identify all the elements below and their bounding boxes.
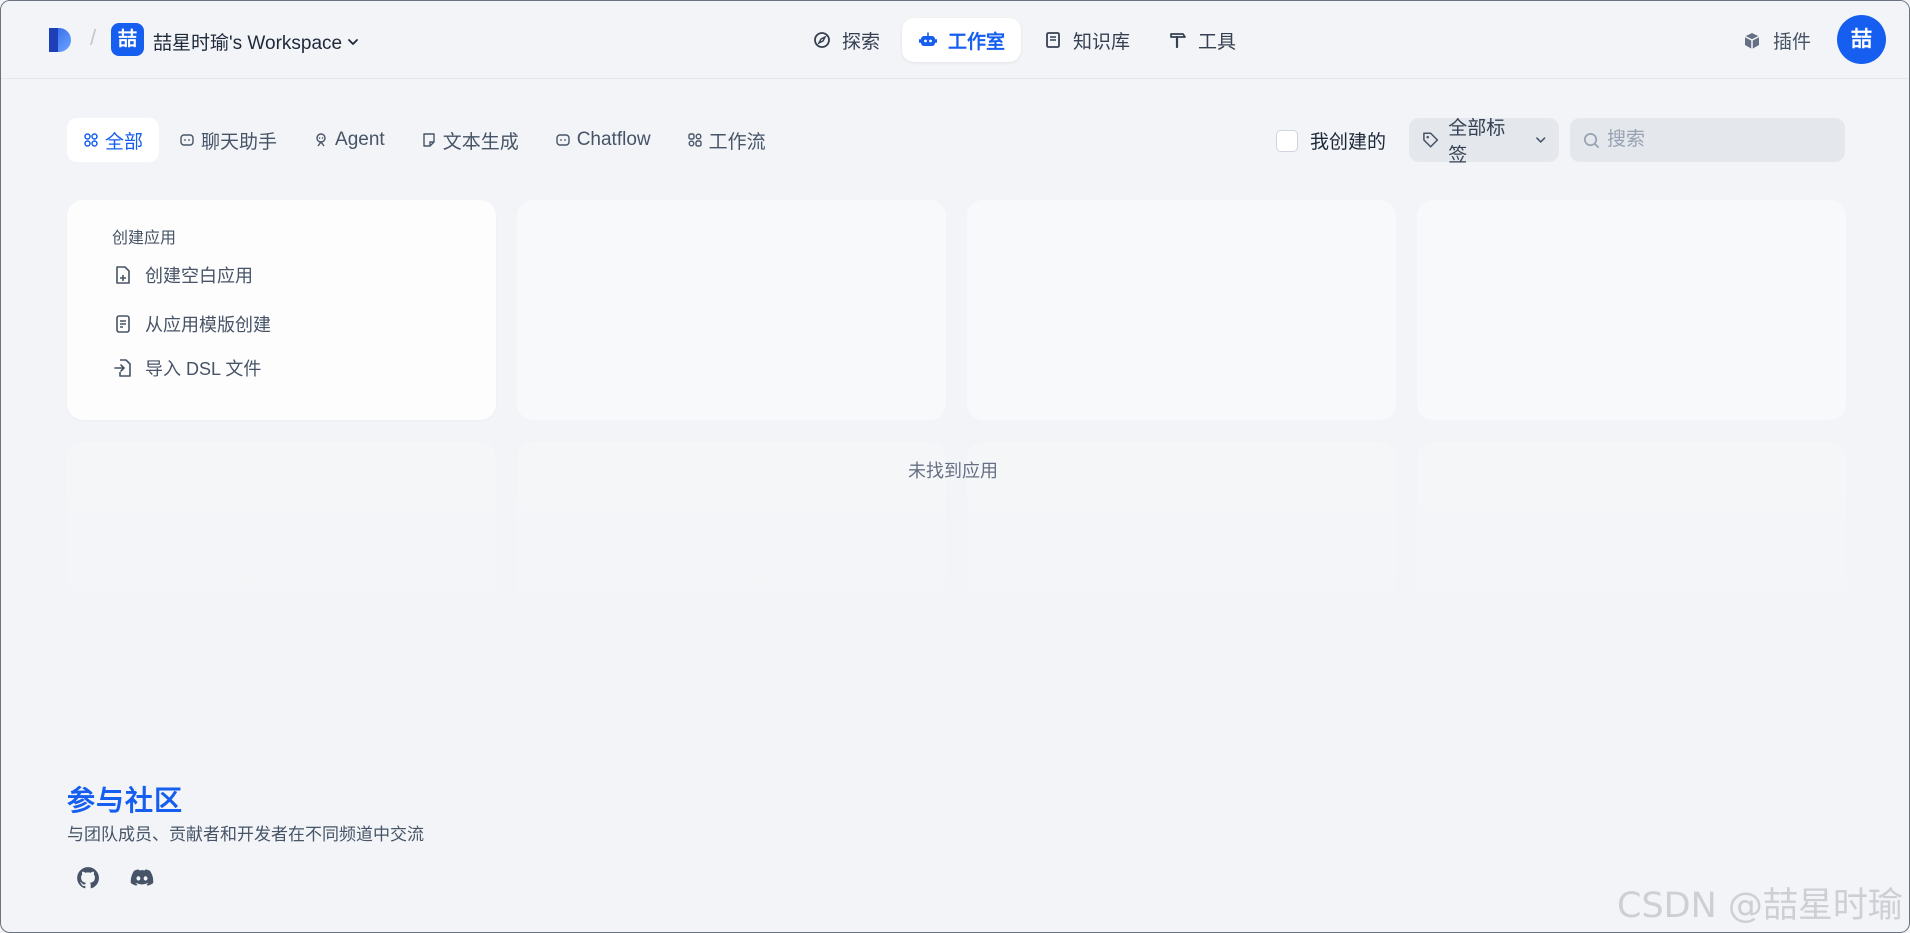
- nav-explore[interactable]: 探索: [796, 18, 896, 62]
- tab-all-label: 全部: [105, 131, 144, 153]
- nav-knowledge-label: 知识库: [1073, 31, 1131, 53]
- tab-chatbot-label: 聊天助手: [201, 131, 278, 153]
- tab-agent[interactable]: Agent: [297, 118, 401, 162]
- app-type-tabs: 全部 聊天助手 Agent 文本生成 Chatflow 工作流: [67, 118, 782, 162]
- plugins-button[interactable]: 插件: [1741, 27, 1811, 54]
- robot-icon: [919, 32, 938, 46]
- template-icon: [116, 315, 130, 333]
- tab-workflow[interactable]: 工作流: [671, 118, 782, 162]
- file-plus-icon: [116, 266, 130, 284]
- discord-link[interactable]: [129, 865, 159, 895]
- nav-explore-label: 探索: [842, 31, 881, 53]
- tag-filter-dropdown[interactable]: 全部标签: [1409, 118, 1559, 166]
- tab-text-generation-label: 文本生成: [442, 131, 519, 153]
- tab-text-generation[interactable]: 文本生成: [405, 118, 535, 162]
- book-icon: [1046, 32, 1060, 48]
- app-card-placeholder: [967, 442, 1396, 662]
- tab-chatbot[interactable]: 聊天助手: [163, 118, 293, 162]
- watermark-text: CSDN @喆星时瑜: [1617, 886, 1903, 926]
- compass-icon: [814, 32, 830, 48]
- workflow-icon: [687, 133, 702, 147]
- tab-chatflow[interactable]: Chatflow: [539, 118, 667, 162]
- empty-state-message: 未找到应用: [908, 461, 998, 481]
- created-by-me-checkbox[interactable]: [1276, 129, 1298, 152]
- nav-tools[interactable]: 工具: [1152, 18, 1252, 62]
- search-box[interactable]: [1570, 118, 1845, 162]
- tab-chatflow-label: Chatflow: [576, 129, 651, 150]
- tab-agent-label: Agent: [335, 129, 385, 150]
- agent-icon: [316, 133, 326, 147]
- dify-logo-icon[interactable]: [47, 24, 75, 56]
- workspace-avatar[interactable]: 喆: [111, 23, 144, 56]
- create-app-card: 创建应用 创建空白应用 从应用模版创建 导入 DSL 文件: [67, 200, 496, 420]
- community-subtitle: 与团队成员、贡献者和开发者在不同频道中交流: [67, 825, 424, 844]
- grid-icon: [84, 133, 98, 147]
- tag-filter-label: 全部标签: [1448, 118, 1506, 166]
- chat-bubble-icon: [180, 134, 194, 146]
- tag-icon: [1423, 132, 1439, 148]
- app-window: / 喆 喆星时瑜's Workspace 探索 工作室 知识库 工具 插件 喆 …: [0, 0, 1910, 933]
- nav-studio[interactable]: 工作室: [902, 18, 1022, 62]
- app-card-placeholder: [517, 442, 946, 662]
- create-blank-app-button[interactable]: 创建空白应用: [112, 262, 253, 288]
- chevron-down-icon: [1535, 137, 1545, 144]
- discord-icon: [130, 869, 154, 886]
- main-nav: 探索 工作室 知识库 工具: [796, 18, 1252, 62]
- import-file-icon: [114, 359, 131, 377]
- app-card-placeholder: [517, 200, 946, 420]
- created-by-me-filter[interactable]: 我创建的: [1276, 127, 1386, 154]
- search-icon: [1583, 132, 1600, 148]
- create-blank-app-label: 创建空白应用: [145, 266, 253, 286]
- nav-tools-label: 工具: [1198, 31, 1237, 53]
- top-header: / 喆 喆星时瑜's Workspace 探索 工作室 知识库 工具 插件 喆: [1, 1, 1909, 79]
- cube-icon: [1744, 32, 1760, 49]
- breadcrumb-separator: /: [90, 25, 97, 50]
- app-card-placeholder: [967, 200, 1396, 420]
- note-icon: [422, 133, 435, 147]
- create-app-title: 创建应用: [112, 230, 177, 247]
- workspace-name: 喆星时瑜's Workspace: [153, 33, 343, 54]
- user-avatar[interactable]: 喆: [1837, 15, 1886, 64]
- hammer-icon: [1170, 33, 1186, 49]
- import-dsl-button[interactable]: 导入 DSL 文件: [112, 355, 261, 381]
- tab-workflow-label: 工作流: [708, 131, 766, 153]
- nav-studio-label: 工作室: [948, 31, 1006, 53]
- chevron-down-icon: [348, 38, 358, 45]
- search-input[interactable]: [1607, 129, 1827, 151]
- create-from-template-button[interactable]: 从应用模版创建: [112, 311, 271, 337]
- community-title: 参与社区: [67, 785, 184, 816]
- github-icon: [77, 867, 99, 889]
- created-by-me-label: 我创建的: [1310, 132, 1387, 153]
- github-link[interactable]: [75, 865, 105, 895]
- create-from-template-label: 从应用模版创建: [145, 315, 271, 335]
- tab-all[interactable]: 全部: [67, 118, 160, 162]
- workspace-switcher[interactable]: 喆星时瑜's Workspace: [153, 28, 360, 55]
- app-card-placeholder: [1417, 442, 1846, 662]
- nav-knowledge[interactable]: 知识库: [1027, 18, 1146, 62]
- plugins-label: 插件: [1773, 32, 1812, 53]
- import-dsl-label: 导入 DSL 文件: [145, 359, 262, 379]
- app-card-placeholder: [1417, 200, 1846, 420]
- chatflow-icon: [556, 134, 570, 146]
- app-card-placeholder: [67, 442, 496, 662]
